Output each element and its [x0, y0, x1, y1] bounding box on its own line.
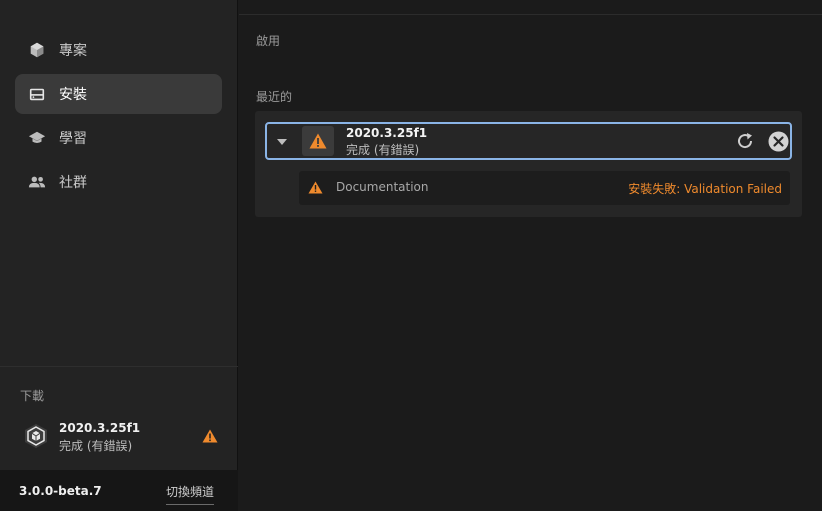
- unity-logo-icon: [25, 424, 47, 448]
- module-error-message: 安裝失敗: Validation Failed: [628, 182, 782, 196]
- close-circle-icon[interactable]: [768, 131, 789, 152]
- app-version: 3.0.0-beta.7: [19, 484, 102, 498]
- sidebar-item-installs[interactable]: 安裝: [15, 74, 222, 114]
- install-status-tile: [302, 126, 334, 156]
- install-version: 2020.3.25f1: [346, 126, 428, 140]
- sidebar-item-label: 專案: [59, 43, 87, 59]
- download-version: 2020.3.25f1: [59, 421, 141, 435]
- warning-icon: [309, 133, 327, 149]
- cube-icon: [27, 40, 47, 60]
- sidebar-nav: 專案 安裝 學習 社群: [15, 30, 222, 206]
- module-name: Documentation: [336, 180, 429, 194]
- main-content: 啟用 最近的 2020.3.25f1 完成 (有錯誤) Documentatio…: [239, 0, 822, 511]
- warning-icon: [308, 181, 323, 194]
- drive-icon: [27, 84, 47, 104]
- sidebar-item-label: 安裝: [59, 87, 87, 103]
- warning-icon: [202, 429, 218, 443]
- enabled-section-label: 啟用: [256, 34, 281, 48]
- install-status: 完成 (有錯誤): [346, 143, 420, 157]
- install-row[interactable]: 2020.3.25f1 完成 (有錯誤): [265, 122, 792, 160]
- people-icon: [27, 172, 47, 192]
- downloads-heading: 下載: [20, 389, 45, 403]
- sidebar-item-community[interactable]: 社群: [15, 162, 222, 202]
- downloads-panel: 下載 2020.3.25f1 完成 (有錯誤): [0, 366, 238, 470]
- sidebar-footer: 3.0.0-beta.7 切換頻道: [0, 470, 238, 511]
- recent-section-label: 最近的: [256, 90, 293, 104]
- module-row: Documentation 安裝失敗: Validation Failed: [299, 171, 790, 205]
- refresh-icon[interactable]: [735, 131, 755, 151]
- sidebar: 專案 安裝 學習 社群 下載 2020.3.25f1 完成 (有錯誤) 3.0.…: [0, 0, 238, 511]
- caret-down-icon[interactable]: [276, 138, 288, 146]
- graduation-cap-icon: [27, 128, 47, 148]
- top-bar: [239, 0, 822, 15]
- download-item[interactable]: 2020.3.25f1 完成 (有錯誤): [20, 419, 220, 453]
- sidebar-item-learn[interactable]: 學習: [15, 118, 222, 158]
- sidebar-item-projects[interactable]: 專案: [15, 30, 222, 70]
- sidebar-item-label: 學習: [59, 131, 87, 147]
- switch-channel-link[interactable]: 切換頻道: [166, 483, 215, 505]
- sidebar-item-label: 社群: [59, 175, 87, 191]
- download-status: 完成 (有錯誤): [59, 439, 133, 453]
- app-window: 專案 安裝 學習 社群 下載 2020.3.25f1 完成 (有錯誤) 3.0.…: [0, 0, 822, 511]
- recent-installs-panel: 2020.3.25f1 完成 (有錯誤) Documentation 安裝失敗:…: [255, 111, 802, 217]
